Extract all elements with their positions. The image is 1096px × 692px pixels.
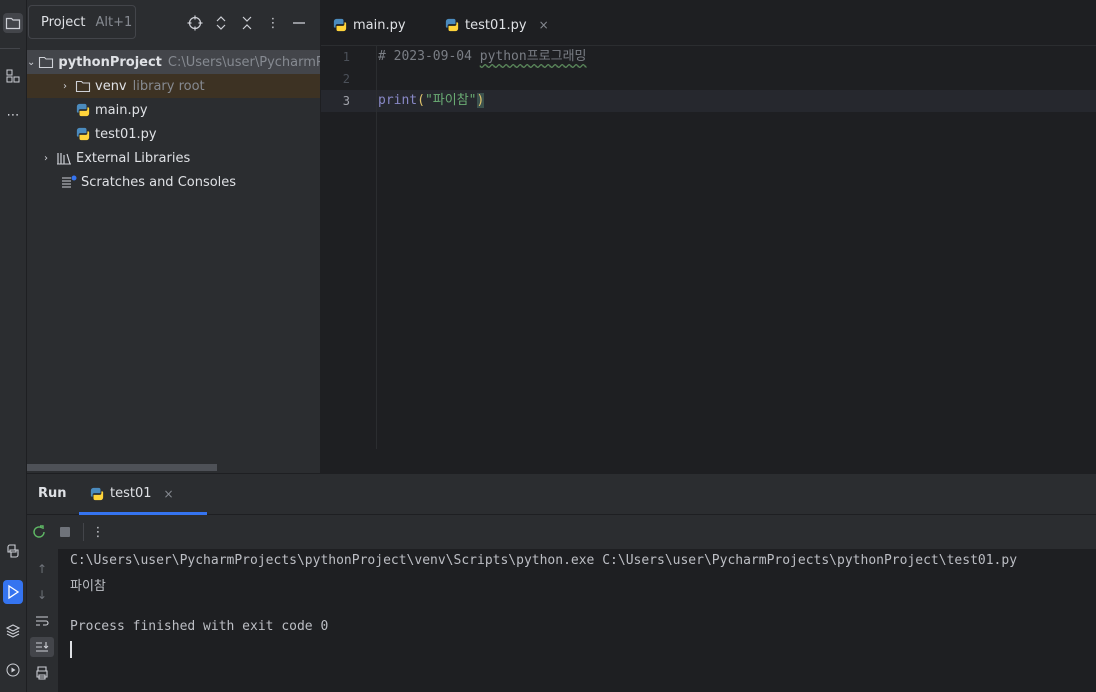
console-line: C:\Users\user\PycharmProjects\pythonProj… [70, 553, 1018, 568]
code-paren-open: ( [417, 93, 425, 108]
code-line-3: print("파이참") [378, 90, 485, 112]
code-function: print [378, 93, 418, 108]
run-toolbar: ⋮ [27, 515, 1096, 549]
editor-tab-bar: main.py test01.py × [321, 0, 1096, 46]
tab-test01-py[interactable]: test01.py × [445, 8, 549, 42]
console-caret [70, 641, 72, 658]
tree-item-venv[interactable]: › venv library root [27, 74, 320, 98]
tree-item-label: test01.py [95, 126, 157, 142]
print-icon[interactable] [34, 665, 50, 681]
python-file-icon [90, 487, 104, 501]
tree-item-pythonproject[interactable]: ⌄ pythonProject C:\Users\user\PycharmP [27, 50, 320, 74]
left-tool-strip: ⋯ [0, 0, 27, 692]
project-title: Project [41, 14, 86, 30]
tree-item-label: pythonProject [58, 54, 162, 70]
rerun-icon[interactable] [31, 524, 47, 540]
horizontal-scrollbar[interactable] [27, 464, 217, 471]
run-tab-label: test01 [110, 486, 152, 501]
line-number: 3 [342, 94, 350, 108]
minimize-icon[interactable] [291, 15, 307, 31]
console-output[interactable]: C:\Users\user\PycharmProjects\pythonProj… [58, 549, 1096, 692]
run-tab-bar: Run test01 × [27, 474, 1096, 515]
stop-icon[interactable] [57, 524, 73, 540]
scroll-to-end-icon[interactable] [30, 637, 54, 657]
run-panel: Run test01 × ⋮ ↑ ↓ C:\Users\user\Pycharm… [27, 474, 1096, 692]
tree-item-label: External Libraries [76, 150, 191, 166]
run-tool-icon[interactable] [3, 580, 23, 604]
comment-text: # 2023-09-04 [378, 49, 480, 64]
library-icon [56, 150, 72, 166]
console-line: Process finished with exit code 0 [70, 619, 329, 634]
expand-all-icon[interactable] [213, 15, 229, 31]
tab-main-py[interactable]: main.py [333, 8, 406, 42]
console-line: 파이참 [70, 579, 106, 594]
tree-item-scratches[interactable]: Scratches and Consoles [27, 170, 320, 194]
chevron-down-icon[interactable]: ⌄ [27, 57, 35, 68]
tree-item-main-py[interactable]: main.py [27, 98, 320, 122]
arrow-down-icon[interactable]: ↓ [34, 587, 50, 603]
close-icon[interactable]: × [539, 18, 549, 32]
soft-wrap-icon[interactable] [34, 613, 50, 629]
tree-item-path-hint: C:\Users\user\PycharmP [167, 54, 320, 70]
services-icon[interactable] [3, 660, 23, 680]
tree-item-external-libraries[interactable]: › External Libraries [27, 146, 320, 170]
python-console-icon[interactable] [3, 541, 23, 561]
folder-icon [38, 54, 54, 70]
comment-word: python프로그래밍 [479, 49, 587, 64]
python-file-icon [75, 126, 91, 142]
tab-label: main.py [353, 17, 406, 33]
tab-label: test01.py [465, 17, 527, 33]
structure-icon[interactable] [3, 66, 23, 86]
run-tab-test01[interactable]: test01 × [90, 486, 174, 501]
more-tools-icon[interactable]: ⋯ [3, 105, 23, 125]
chevron-right-icon[interactable]: › [58, 81, 72, 92]
code-string: "파이참" [424, 93, 477, 108]
folder-icon [75, 78, 91, 94]
tree-item-label: venv [95, 78, 127, 94]
line-number: 1 [342, 50, 350, 64]
editor-bottom-strip [321, 449, 1096, 473]
python-file-icon [333, 18, 347, 32]
tree-item-label: main.py [95, 102, 148, 118]
tree-item-label: Scratches and Consoles [81, 174, 237, 190]
run-panel-title: Run [38, 486, 67, 501]
layers-icon[interactable] [3, 621, 23, 641]
options-icon[interactable]: ⋮ [265, 15, 281, 31]
close-icon[interactable]: × [164, 487, 174, 501]
tree-item-test01-py[interactable]: test01.py [27, 122, 320, 146]
line-number-gutter: 1 2 3 [321, 46, 377, 449]
project-tab[interactable]: Project Alt+1 [28, 5, 136, 39]
chevron-right-icon[interactable]: › [39, 153, 53, 164]
code-editor[interactable]: # 2023-09-04 python프로그래밍 print("파이참") [376, 46, 1096, 449]
more-options-icon[interactable]: ⋮ [90, 524, 106, 540]
python-file-icon [75, 102, 91, 118]
arrow-up-icon[interactable]: ↑ [34, 561, 50, 577]
locate-icon[interactable] [187, 15, 203, 31]
project-panel: Project Alt+1 ⋮ ⌄ pythonProject C:\Users… [27, 0, 321, 473]
project-header: Project Alt+1 ⋮ [27, 5, 320, 43]
line-number: 2 [342, 72, 350, 86]
code-line-1: # 2023-09-04 python프로그래밍 [378, 46, 587, 68]
scratches-icon [61, 174, 77, 190]
console-side-toolbar: ↑ ↓ [27, 549, 59, 692]
project-shortcut: Alt+1 [95, 14, 133, 30]
python-file-icon [445, 18, 459, 32]
collapse-all-icon[interactable] [239, 15, 255, 31]
code-paren-close: ) [476, 93, 485, 108]
project-folder-icon[interactable] [3, 13, 23, 33]
tree-item-hint: library root [132, 78, 205, 94]
